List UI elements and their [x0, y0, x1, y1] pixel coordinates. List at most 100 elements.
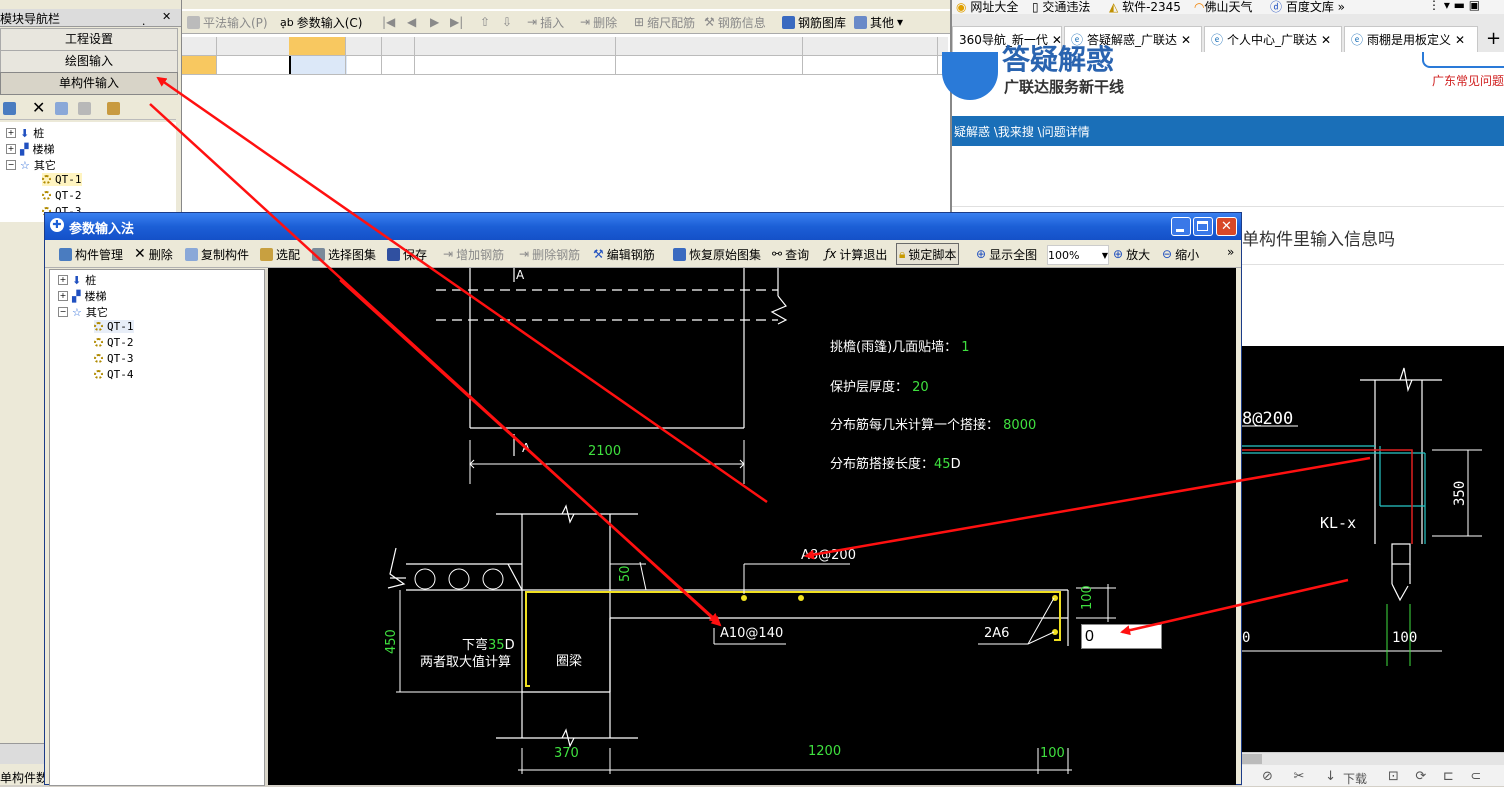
bookmark-1[interactable]: ◉ 网址大全: [956, 0, 1018, 15]
toolbar-more-button[interactable]: »: [1227, 243, 1234, 261]
delete-icon[interactable]: ✕: [32, 98, 45, 117]
rebar-side-label[interactable]: 2A6: [984, 626, 1009, 641]
restore-icon: [673, 247, 686, 261]
pile-icon: ⬇: [72, 273, 82, 287]
component-manage-button[interactable]: 构件管理: [59, 245, 123, 263]
param-cover: 保护层厚度： 20: [830, 380, 929, 395]
close-icon[interactable]: ✕: [162, 10, 171, 23]
show-all-button[interactable]: ⊕ 显示全图: [976, 245, 1037, 263]
dim-1200[interactable]: 1200: [808, 744, 841, 759]
binoculars-icon: ⚯: [772, 247, 783, 261]
bookmark-2[interactable]: ▯ 交通违法: [1032, 0, 1090, 15]
beam-label: 圈梁: [556, 654, 583, 669]
calc-exit-button[interactable]: ƒx 计算退出: [825, 245, 887, 263]
move-down-icon[interactable]: ⇩: [502, 13, 512, 31]
browser-tab-canopy[interactable]: ⓔ 雨棚是用板定义 ✕: [1344, 26, 1478, 52]
tree-item-other[interactable]: − ☆ 其它: [6, 157, 56, 173]
param-splice-interval-value[interactable]: 8000: [1003, 418, 1036, 433]
cad-canvas[interactable]: A A 2100 挑檐(雨篷)几面贴墙： 1 保护层厚度： 20 分布筋每几米计…: [268, 268, 1236, 785]
stairs-icon: ▞: [72, 289, 81, 303]
nav-first-icon[interactable]: |◀: [382, 13, 395, 31]
bookmark-5[interactable]: ⓓ 百度文库 »: [1270, 0, 1345, 15]
scale-rebar-button[interactable]: ⊞ 缩尺配筋: [634, 13, 695, 31]
browser-tab-user[interactable]: ⓔ 个人中心_广联达 ✕: [1204, 26, 1342, 52]
tree-item-qt2[interactable]: QT-2: [42, 189, 82, 202]
delete-row-button[interactable]: ⇥ 删除: [580, 13, 617, 31]
zoom-out-button[interactable]: ⊖ 缩小: [1162, 245, 1199, 263]
delete-button[interactable]: ✕ 删除: [134, 245, 173, 263]
move-up-icon[interactable]: ⇧: [480, 13, 490, 31]
tree-item-other[interactable]: − ☆ 其它: [58, 304, 108, 320]
tree-item-stairs[interactable]: + ▞ 楼梯: [58, 288, 106, 304]
delete-rebar-button[interactable]: ⇥ 删除钢筋: [519, 245, 580, 263]
logo-globe-icon: [942, 52, 998, 100]
nav-prev-icon[interactable]: ◀: [407, 13, 416, 31]
tree-item-qt1[interactable]: QT-1: [94, 320, 134, 333]
zoom-select[interactable]: 100% ▼: [1047, 245, 1109, 265]
rebar-top-label[interactable]: A8@200: [801, 548, 856, 563]
restore-atlas-button[interactable]: 恢复原始图集: [673, 245, 761, 263]
h-scrollbar[interactable]: [1242, 753, 1504, 765]
tree-item-qt1[interactable]: QT-1: [42, 173, 82, 186]
bottom-tool-icons[interactable]: ⊘ ✂ ↓: [1262, 769, 1336, 784]
flat-input-button[interactable]: 平法输入(P): [187, 13, 268, 31]
bookmark-3[interactable]: ◭ 软件-2345: [1109, 0, 1181, 15]
ref-dim-0: 0: [1242, 630, 1250, 646]
other-menu-button[interactable]: 其他 ▾: [854, 13, 903, 31]
tree-item-qt2[interactable]: QT-2: [94, 336, 134, 349]
dim-100-bottom[interactable]: 100: [1040, 746, 1065, 761]
edit-rebar-button[interactable]: ⚒ 编辑钢筋: [593, 245, 655, 263]
select-match-button[interactable]: 选配: [260, 245, 300, 263]
grid-icon: [187, 15, 200, 29]
new-tab-button[interactable]: +: [1486, 28, 1501, 49]
zoom-in-button[interactable]: ⊕ 放大: [1113, 245, 1150, 263]
side-link-box: [1422, 52, 1504, 68]
minimize-button[interactable]: [1171, 217, 1191, 236]
maximize-button[interactable]: [1193, 217, 1213, 236]
tree-item-stairs[interactable]: + ▞ 楼梯: [6, 141, 54, 157]
canopy-drawing: [387, 268, 1116, 774]
dim-370[interactable]: 370: [554, 746, 579, 761]
copy-component-button[interactable]: 复制构件: [185, 245, 249, 263]
nav-last-icon[interactable]: ▶|: [450, 13, 463, 31]
ref-dim-350: 350: [1452, 481, 1468, 506]
bookmark-4[interactable]: ◠佛山天气: [1194, 0, 1253, 15]
tree-item-pile[interactable]: + ⬇ 桩: [6, 125, 44, 141]
param-cover-value[interactable]: 20: [912, 380, 929, 395]
menu-icon[interactable]: ⋮ ▾ ▬ ▣: [1428, 0, 1480, 12]
project-settings-button[interactable]: 工程设置: [0, 28, 178, 51]
single-component-input-button[interactable]: 单构件输入: [0, 72, 178, 95]
param-edit-input[interactable]: [1081, 624, 1162, 649]
paste-icon[interactable]: [78, 102, 91, 115]
draw-input-button[interactable]: 绘图输入: [0, 50, 178, 73]
rebar-info-button[interactable]: ⚒ 钢筋信息: [704, 13, 766, 31]
copy-icon[interactable]: [55, 102, 68, 115]
query-button[interactable]: ⚯ 查询: [772, 245, 809, 263]
grid-active-cell[interactable]: [289, 56, 347, 74]
rebar-bottom-label[interactable]: A10@140: [720, 626, 783, 641]
abc-icon: a͎b: [280, 15, 294, 29]
download-button[interactable]: 下载: [1343, 770, 1367, 787]
param-splice-length-value[interactable]: 45: [934, 457, 951, 472]
bottom-tool-icons-2[interactable]: ⊡ ⟳ ⊏ ⊂: [1388, 769, 1481, 784]
insert-row-button[interactable]: ⇥ 插入: [527, 13, 564, 31]
select-atlas-button[interactable]: 选择图集: [312, 245, 376, 263]
tree-item-pile[interactable]: + ⬇ 桩: [58, 272, 96, 288]
clipboard-icon[interactable]: [107, 102, 120, 115]
param-input-button[interactable]: a͎b 参数输入(C): [280, 13, 362, 31]
gear-icon: [94, 338, 103, 347]
add-rebar-button[interactable]: ⇥ 增加钢筋: [443, 245, 504, 263]
side-link[interactable]: 广东常见问题: [1432, 72, 1504, 89]
nav-tree: +⬇桩 +▞楼梯 −☆其它 QT-1 QT-2 QT-3: [0, 122, 176, 222]
breadcrumb[interactable]: 疑解惑 \我来搜 \问题详情: [954, 123, 1090, 140]
rebar-library-button[interactable]: 钢筋图库: [782, 13, 846, 31]
tree-item-qt4[interactable]: QT-4: [94, 368, 134, 381]
save-button[interactable]: 保存: [387, 245, 427, 263]
zoom-out-icon: ⊖: [1162, 247, 1173, 261]
tree-item-qt3[interactable]: QT-3: [94, 352, 134, 365]
nav-next-icon[interactable]: ▶: [430, 13, 439, 31]
lock-script-button[interactable]: 🔒︎ 锁定脚本: [896, 243, 960, 265]
list-icon[interactable]: [3, 102, 16, 115]
close-button[interactable]: ✕: [1216, 217, 1237, 236]
param-walls-value[interactable]: 1: [961, 340, 969, 355]
